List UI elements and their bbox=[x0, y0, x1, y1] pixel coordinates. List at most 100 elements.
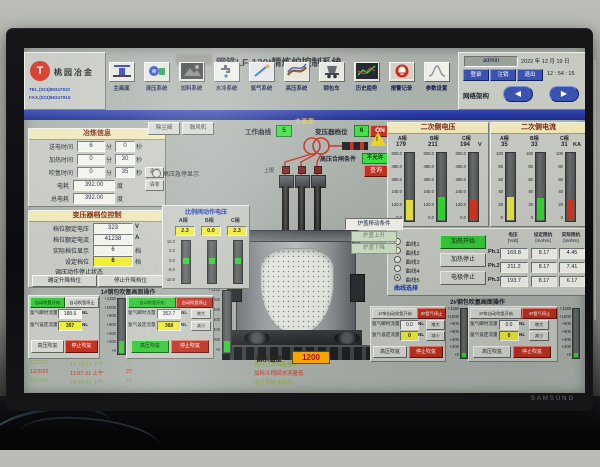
flow-value: 352.7 bbox=[157, 309, 181, 319]
electrode-stop-button[interactable]: 电极停止 bbox=[440, 271, 486, 285]
dust-fan-button[interactable]: 鼓风机 bbox=[182, 122, 214, 135]
tap-setpoint-input[interactable]: 6 bbox=[93, 256, 133, 267]
tap-confirm-button[interactable]: 确定升降档位 bbox=[32, 275, 97, 287]
logout-button[interactable]: 注销 bbox=[490, 69, 516, 81]
dust-valve-button[interactable]: 除尘阀 bbox=[148, 122, 180, 135]
phase-voltage: 193.7 bbox=[500, 276, 528, 287]
flow-setpoint-input[interactable]: 368 bbox=[157, 321, 181, 331]
gauge-ticks: +1150+1000+800+600+400+200+0 bbox=[100, 297, 116, 353]
cover-up-button[interactable]: 炉盖上升 bbox=[351, 231, 397, 242]
flow-label: 氩气瞬时流量 bbox=[30, 310, 58, 316]
gauge-fill bbox=[537, 198, 544, 220]
decrease-button[interactable]: 减小 bbox=[529, 331, 549, 341]
gauge-ticks: 600.0480.0360.0240.0120.00.0 bbox=[453, 152, 466, 220]
valve-gauge bbox=[181, 240, 191, 284]
username-field[interactable]: admin bbox=[464, 56, 518, 67]
login-button[interactable]: 登录 bbox=[463, 69, 489, 81]
toolbar-btn-params[interactable]: 参数设置 bbox=[419, 62, 454, 106]
unit: NL bbox=[418, 332, 424, 337]
gauge-fill bbox=[406, 200, 413, 220]
increase-button[interactable]: 增大 bbox=[191, 309, 211, 319]
row-label: 电耗 bbox=[57, 181, 69, 190]
phase-label: A相 bbox=[398, 135, 407, 142]
toolbar-label: 报警记录 bbox=[384, 84, 419, 92]
phase-voltage: 169.8 bbox=[500, 248, 528, 259]
current-gauge-a bbox=[505, 152, 516, 222]
gauge-fill bbox=[470, 199, 477, 220]
flow-setpoint-input[interactable]: 0 bbox=[499, 331, 519, 341]
transformer-tap-panel: 变压器档位控制 档位额定电压 323 V 档位额定电流 41238 A 实际档位… bbox=[28, 210, 166, 288]
network-back-button[interactable]: ◀ bbox=[503, 86, 533, 102]
hp-blow-button[interactable]: 高压吹氩 bbox=[131, 340, 169, 353]
parameter-curve-icon bbox=[424, 62, 450, 82]
auto-blow-stop-button[interactable]: 自动吹氩停止 bbox=[65, 297, 99, 308]
value-box: 35 bbox=[115, 167, 135, 178]
auto-blow-start-button[interactable]: 2#车自动吹氩开始 bbox=[470, 308, 522, 319]
hp-blow-button[interactable]: 高压吹氩 bbox=[473, 346, 511, 358]
network-forward-button[interactable]: ▶ bbox=[549, 86, 579, 102]
flow-setpoint-input[interactable]: 357 bbox=[58, 321, 82, 331]
hp-blow-button[interactable]: 高压吹氩 bbox=[373, 346, 407, 358]
tap-stop-button[interactable]: 停止升降档位 bbox=[98, 275, 163, 287]
alarm-row[interactable]: 12/3/22 10:46:43 上午 15 液压系统油温低 bbox=[28, 378, 380, 387]
alarm-row[interactable]: 12/3/22 11:07:31 上午 27 加料斗称回水流量低 bbox=[28, 369, 380, 378]
increase-button[interactable]: 增大 bbox=[529, 320, 549, 330]
unit: NL bbox=[519, 332, 525, 337]
auto-blow-start-button[interactable]: 自动吹氩开始 bbox=[128, 297, 176, 308]
value-box: 0 bbox=[77, 167, 105, 178]
flow-label: 氩气瞬时流量 bbox=[128, 310, 156, 316]
heat-start-button[interactable]: 加热开始 bbox=[440, 235, 486, 249]
unit: V bbox=[135, 224, 139, 230]
hp-blow-button[interactable]: 高压吹氩 bbox=[31, 340, 64, 353]
gauge-ticks: +1150+1000+800+600+400+200+0 bbox=[446, 307, 459, 357]
toolbar-label: 历史趋势 bbox=[349, 84, 384, 92]
auto-blow-start-button[interactable]: 1#车自动吹氩开始 bbox=[372, 308, 418, 319]
decrease-button[interactable]: 减小 bbox=[426, 331, 445, 341]
increase-button[interactable]: 增大 bbox=[426, 320, 445, 330]
stop-blow-button[interactable]: 停止吹氩 bbox=[171, 340, 209, 353]
toolbar-btn-highvoltage[interactable]: 高压系统 bbox=[279, 62, 314, 106]
argon-stop-button[interactable]: 3#氩气停止 bbox=[417, 308, 446, 319]
toolbar-btn-ladlecar[interactable]: 钢包车 bbox=[314, 62, 349, 106]
hv-cable-segment bbox=[342, 142, 368, 150]
car-wheel bbox=[244, 332, 270, 344]
heat-stop-button[interactable]: 加热停止 bbox=[440, 253, 486, 267]
argon-stop-button[interactable]: 4#氩气停止 bbox=[522, 308, 557, 319]
alarm-list[interactable]: 12/3/22 12:14:17 下午 7 循环过滤堵塞报警 12/3/22 1… bbox=[28, 360, 380, 391]
toolbar-btn-trend[interactable]: 历史趋势 bbox=[349, 62, 384, 106]
decrease-button[interactable]: 减小 bbox=[191, 321, 211, 331]
argon-station-2: 2#钢包吹氩画面操作 1#车自动吹氩开始 3#氩气停止 氩气瞬时流量 0.0 N… bbox=[370, 297, 585, 360]
clear-button[interactable]: 清零 bbox=[145, 180, 164, 191]
set-impedance: 8.17 bbox=[531, 262, 557, 273]
toolbar-btn-alarm[interactable]: 报警记录 bbox=[384, 62, 419, 106]
toolbar-btn-main[interactable]: 主画面 bbox=[104, 62, 139, 106]
set-label: 氩气设定流量 bbox=[470, 332, 498, 338]
cover-down-button[interactable]: 炉盖下降 bbox=[351, 243, 397, 254]
stop-blow-button[interactable]: 停止吹氩 bbox=[409, 346, 443, 358]
alarm-message: 加料斗称回水流量低 bbox=[254, 369, 304, 377]
flow-value: 0.0 bbox=[499, 320, 519, 330]
gauge-ticks: 600.0480.0360.0240.0120.00.0 bbox=[389, 152, 402, 220]
gauge-ticks: 600.0480.0360.0240.0120.00.0 bbox=[421, 152, 434, 220]
electrode-limit-indicator bbox=[282, 166, 290, 174]
stop-blow-button[interactable]: 停止吹氩 bbox=[513, 346, 551, 358]
auto-blow-start-button[interactable]: 自动吹氩开始 bbox=[30, 297, 65, 308]
stop-blow-button[interactable]: 停止吹氩 bbox=[65, 340, 98, 353]
argon-flow-gauge bbox=[572, 308, 580, 359]
toolbar-btn-argon[interactable]: 氩气系统 bbox=[244, 62, 279, 106]
unit: NL bbox=[181, 322, 187, 327]
row-label: 送电时间 bbox=[49, 142, 73, 151]
row-label: 实际档位显示 bbox=[53, 246, 89, 255]
voltage-gauge-a bbox=[404, 152, 415, 222]
toolbar-btn-watercooling[interactable]: 水冷系统 bbox=[209, 62, 244, 106]
toolbar-label: 液压系统 bbox=[139, 84, 174, 92]
toolbar-btn-hydraulic[interactable]: 液压系统 bbox=[139, 62, 174, 106]
flow-setpoint-input[interactable]: 0 bbox=[400, 331, 419, 341]
exit-button[interactable]: 退出 bbox=[517, 69, 543, 81]
toolbar-btn-feeding[interactable]: 加料系统 bbox=[174, 62, 209, 106]
auto-blow-stop-button[interactable]: 自动吹氩停止 bbox=[176, 297, 213, 308]
toolbar-label: 加料系统 bbox=[174, 84, 209, 92]
hv-query-button[interactable]: 查询 bbox=[364, 165, 388, 177]
gauge-ticks: 100806040200 bbox=[492, 152, 503, 220]
argon-panel-c: 1#车自动吹氩开始 3#氩气停止 氩气瞬时流量 0.0 NL 增大 氩气设定流量… bbox=[370, 306, 446, 362]
